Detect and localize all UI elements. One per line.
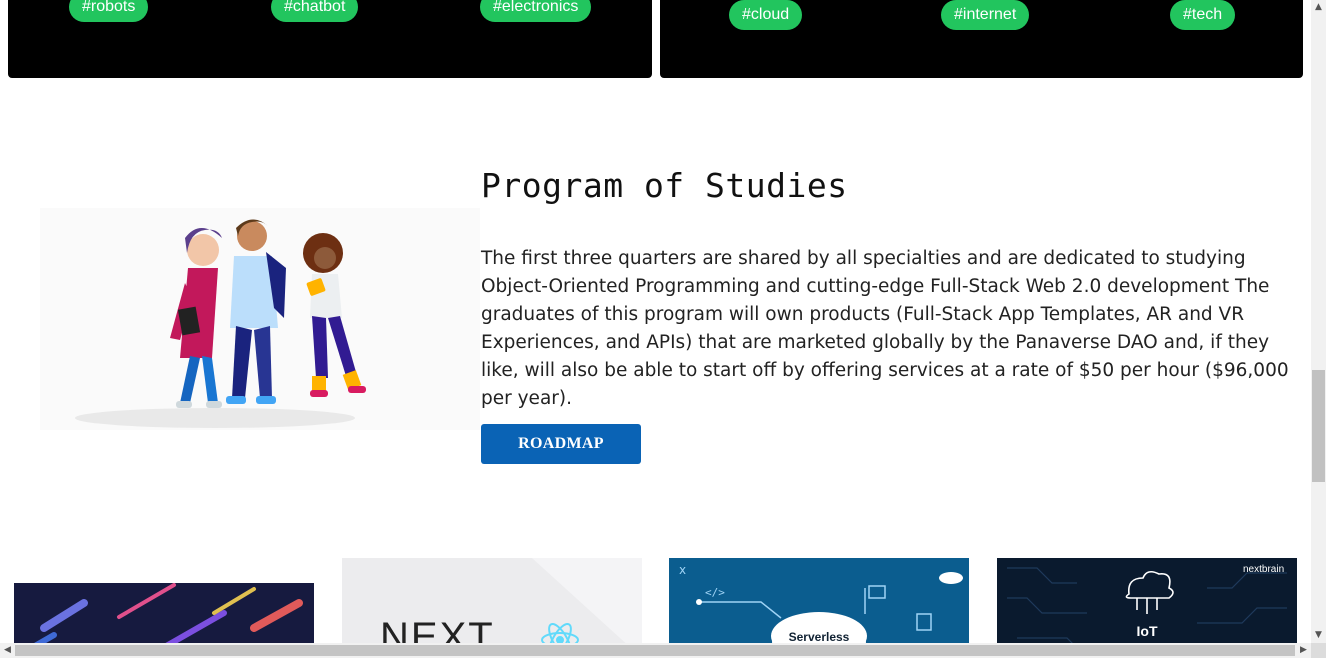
- tag-tech[interactable]: #tech: [1170, 0, 1236, 30]
- tag-chatbot[interactable]: #chatbot: [271, 0, 359, 22]
- program-description: The first three quarters are shared by a…: [481, 248, 1289, 409]
- scrollbar-corner: [1311, 643, 1326, 658]
- arrow-right-icon[interactable]: ▶: [1296, 643, 1311, 658]
- students-illustration: [40, 208, 480, 430]
- horizontal-scroll-thumb[interactable]: [15, 645, 1295, 656]
- category-card-ai: #robots #chatbot #electronics: [8, 0, 652, 78]
- serverless-label: Serverless: [789, 630, 850, 644]
- student-woman-right: [303, 233, 366, 397]
- vertical-scroll-thumb[interactable]: [1312, 370, 1325, 482]
- svg-text:x: x: [679, 563, 686, 577]
- arrow-up-icon[interactable]: ▲: [1311, 0, 1326, 15]
- program-title: Program of Studies: [481, 166, 848, 205]
- roadmap-button[interactable]: ROADMAP: [481, 424, 641, 464]
- tag-internet[interactable]: #internet: [941, 0, 1030, 30]
- vertical-scrollbar[interactable]: [1311, 0, 1326, 643]
- svg-text:</>: </>: [705, 586, 725, 599]
- nextbrain-brand: nextbrain: [1243, 564, 1284, 575]
- tag-electronics[interactable]: #electronics: [480, 0, 592, 22]
- student-woman-left: [170, 228, 222, 408]
- student-man-center: [226, 219, 286, 404]
- tag-robots[interactable]: #robots: [69, 0, 149, 22]
- tag-cloud[interactable]: #cloud: [729, 0, 803, 30]
- page-viewport: #robots #chatbot #electronics #cloud #in…: [0, 0, 1326, 658]
- arrow-down-icon[interactable]: ▼: [1311, 628, 1326, 643]
- category-card-cloud: #cloud #internet #tech: [660, 0, 1303, 78]
- arrow-left-icon[interactable]: ◀: [0, 643, 15, 658]
- iot-label: IoT: [1137, 623, 1158, 639]
